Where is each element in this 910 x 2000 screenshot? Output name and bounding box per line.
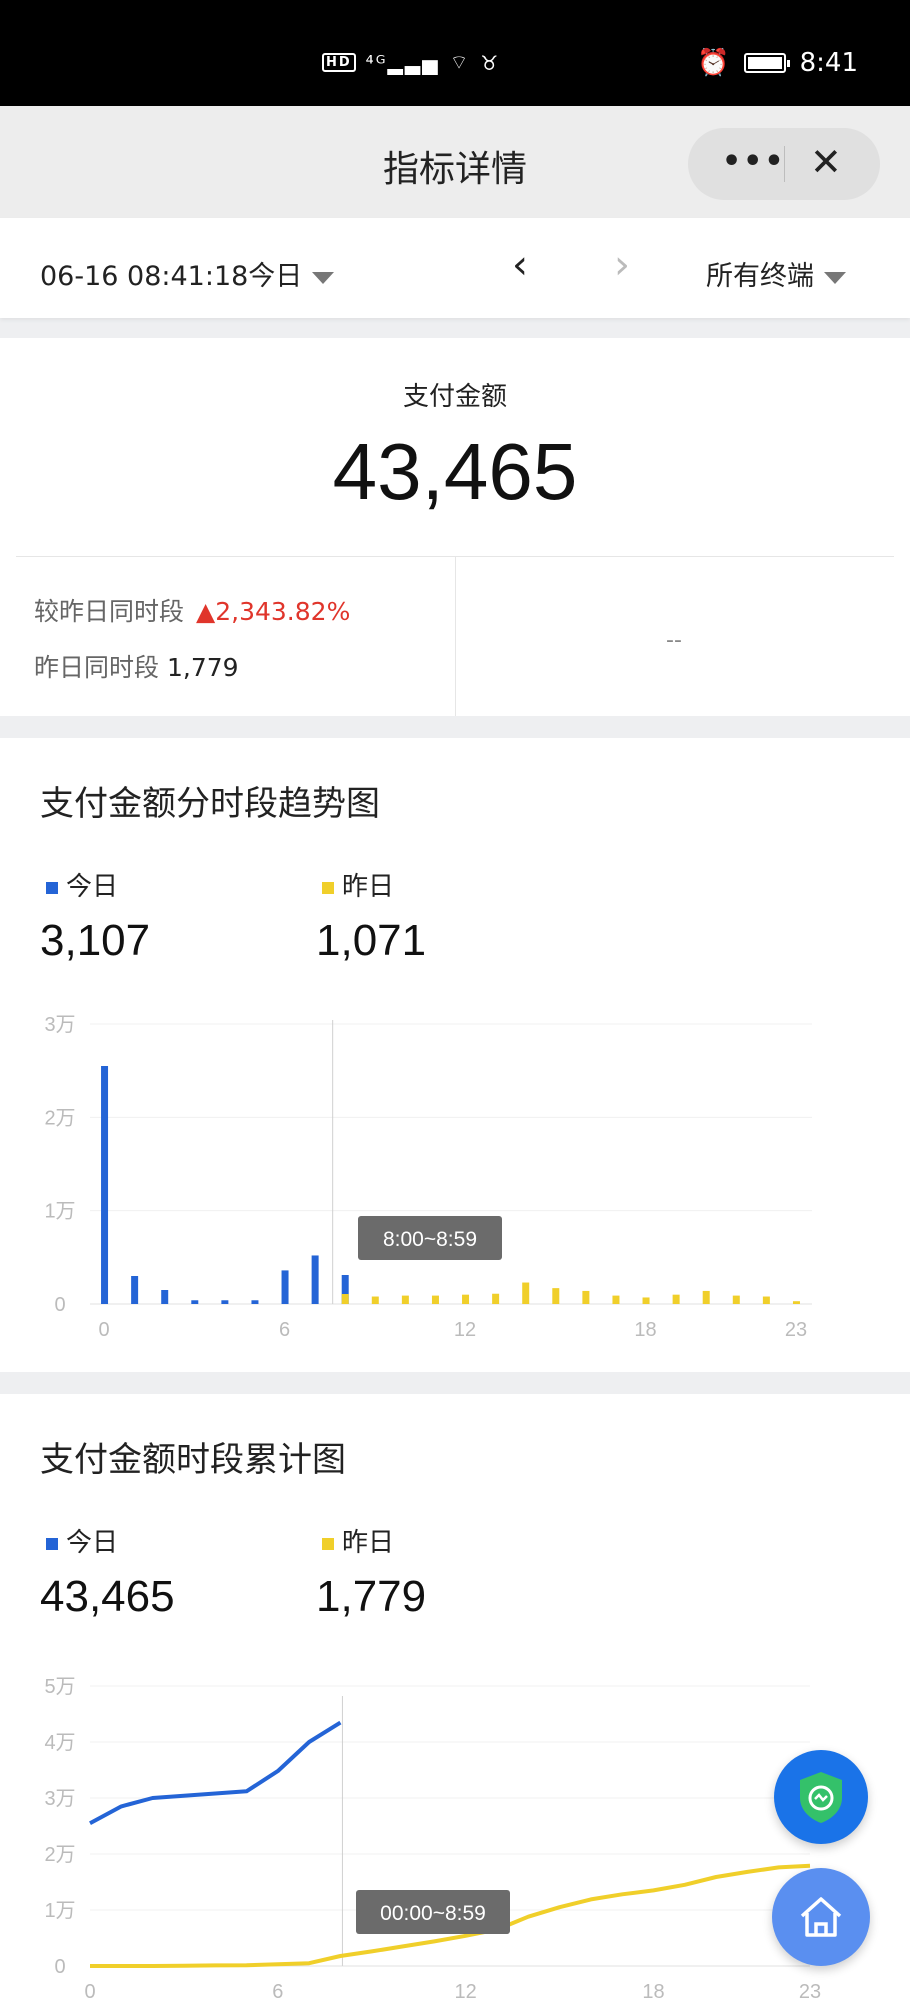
bar (582, 1290, 590, 1304)
chart-tooltip: 8:00~8:59 (358, 1216, 502, 1260)
bar (702, 1290, 710, 1304)
bar (672, 1294, 680, 1304)
y-tick-label: 1万 (44, 1201, 75, 1223)
compare-value: ▲2,343.82% (196, 597, 351, 626)
y-tick-label: 5万 (44, 1676, 75, 1698)
kpi-card: 支付金额 43,465 较昨日同时段 ▲2,343.82% 昨日同时段 1,779 … (0, 338, 910, 716)
x-tick-label: 6 (279, 1319, 290, 1341)
bar (221, 1300, 229, 1304)
y-tick-label: 1万 (44, 1900, 75, 1922)
chart-tooltip: 00:00~8:59 (356, 1890, 510, 1934)
x-tick-label: 12 (454, 1319, 476, 1341)
bar (552, 1288, 560, 1304)
bar (311, 1255, 319, 1304)
x-tick-label: 18 (634, 1319, 656, 1341)
caret-down-icon (312, 271, 335, 284)
bar (792, 1301, 800, 1304)
yesterday-value: 1,779 (167, 653, 239, 682)
yesterday-label: 昨日同时段 (34, 653, 160, 682)
alarm-icon: ⏰ (697, 48, 730, 78)
x-tick-label: 23 (785, 1319, 807, 1341)
tooltip-label: 00:00~8:59 (380, 1902, 486, 1925)
bar (732, 1295, 740, 1304)
compare-label: 较昨日同时段 (34, 597, 185, 626)
home-icon (800, 1897, 842, 1937)
nav-bar: 指标详情 ••• ✕ (0, 106, 910, 218)
bar (191, 1300, 199, 1304)
empty-placeholder: -- (666, 628, 682, 653)
bar (612, 1295, 620, 1304)
shield-icon (800, 1772, 842, 1823)
y-tick-label: 3万 (44, 1014, 75, 1036)
y-tick-label: 4万 (44, 1732, 75, 1754)
x-tick-label: 0 (98, 1319, 109, 1341)
security-shield-button[interactable] (774, 1750, 868, 1844)
bar (371, 1296, 379, 1304)
hourly-bar-chart[interactable]: 0 1万 2万 3万 0 6 12 18 23 8:00~8:59 (0, 738, 910, 1372)
date-selector[interactable]: 06-16 08:41:18今日 (40, 254, 335, 293)
app-notification-icon: ♉ (480, 50, 501, 75)
date-label: 06-16 08:41:18今日 (40, 261, 303, 292)
status-bar: HD ⁴ᴳ▂▃▅ ⌔ ♉ ⏰ 8:41 (0, 0, 910, 106)
bar (131, 1276, 139, 1304)
kpi-value: 43,465 (332, 427, 578, 516)
x-tick-label: 6 (272, 1981, 283, 2000)
bar (281, 1270, 289, 1304)
tooltip-label: 8:00~8:59 (383, 1228, 477, 1251)
terminal-selector[interactable]: 所有终端 (706, 254, 846, 293)
divider (455, 556, 456, 716)
bar (431, 1295, 439, 1304)
y-tick-label: 2万 (44, 1844, 75, 1866)
prev-day-icon[interactable]: ‹ (512, 242, 528, 288)
miniprogram-capsule: ••• ✕ (688, 128, 880, 200)
capsule-divider (784, 146, 785, 182)
y-tick-label: 0 (54, 1956, 65, 1978)
x-tick-label: 12 (455, 1981, 477, 2000)
x-tick-label: 0 (84, 1981, 95, 2000)
hourly-chart-card: 支付金额分时段趋势图 今日 昨日 3,107 1,071 0 1万 2万 3万 0 6 12… (0, 738, 910, 1372)
bar (522, 1282, 530, 1304)
signal-icon: ⁴ᴳ▂▃▅ (365, 50, 440, 75)
home-button[interactable] (772, 1868, 870, 1966)
compare-row: 较昨日同时段 ▲2,343.82% (34, 592, 350, 628)
battery-icon (743, 53, 790, 73)
status-right: ⏰ 8:41 (697, 48, 858, 78)
next-day-icon[interactable]: › (614, 242, 630, 288)
filter-bar: 06-16 08:41:18今日 ‹ › 所有终端 (0, 218, 910, 318)
terminal-label: 所有终端 (706, 261, 814, 292)
bar (492, 1293, 500, 1304)
bar (642, 1297, 650, 1304)
y-tick-label: 0 (54, 1294, 65, 1316)
network-indicators: HD ⁴ᴳ▂▃▅ ⌔ ♉ (322, 50, 500, 75)
clock-time: 8:41 (799, 48, 858, 78)
bar (341, 1294, 349, 1304)
caret-down-icon (824, 271, 846, 284)
yesterday-row: 昨日同时段 1,779 (34, 648, 239, 684)
x-tick-label: 23 (799, 1981, 821, 2000)
kpi-label: 支付金额 (402, 382, 507, 412)
bar (251, 1300, 259, 1304)
bar (101, 1066, 109, 1304)
bar (161, 1290, 169, 1304)
x-tick-label: 18 (642, 1981, 664, 2000)
bar (762, 1296, 770, 1304)
bar (401, 1295, 409, 1304)
close-icon[interactable]: ✕ (810, 140, 842, 184)
wifi-icon: ⌔ (449, 50, 471, 74)
hd-icon: HD (322, 53, 356, 72)
y-tick-label: 2万 (44, 1107, 75, 1129)
bar (462, 1294, 470, 1304)
y-tick-label: 3万 (44, 1788, 75, 1810)
more-options-icon[interactable]: ••• (722, 144, 786, 179)
series-line (89, 1720, 342, 1825)
